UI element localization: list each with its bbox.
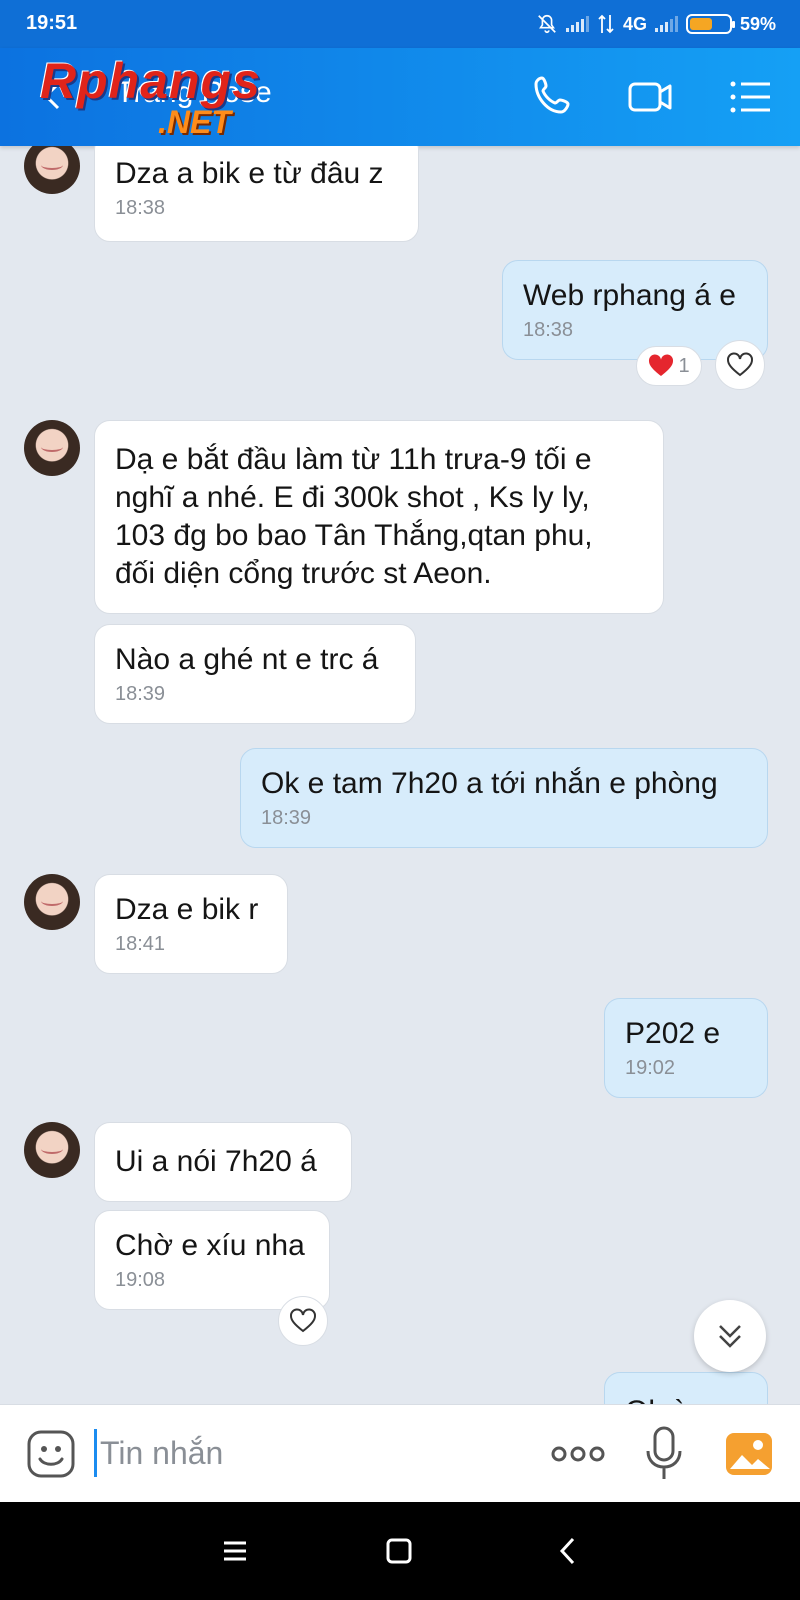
message-time: 18:38: [115, 197, 166, 219]
react-heart-button[interactable]: [278, 1296, 328, 1346]
contact-avatar[interactable]: [24, 1122, 80, 1178]
heart-reaction-badge[interactable]: 1: [636, 346, 702, 386]
message-time: 19:08: [115, 1269, 166, 1291]
message-bubble[interactable]: Chờ e xíu nha 19:08: [94, 1210, 330, 1310]
message-bubble[interactable]: Nào a ghé nt e trc á 18:39: [94, 624, 416, 724]
signal-2-icon: [654, 16, 678, 32]
battery-percent: 59%: [739, 13, 776, 34]
message-bubble[interactable]: Dza a bik e từ đâu z 18:38: [94, 146, 419, 242]
watermark-logo-bottom: .NET: [158, 104, 231, 140]
watermark-logo-top: Rphangs: [40, 53, 261, 109]
heart-outline-icon: [727, 352, 753, 377]
message-time: 18:39: [261, 807, 312, 829]
phone-icon[interactable]: [530, 72, 580, 122]
status-time: 19:51: [26, 12, 78, 34]
system-navigation-bar: [0, 1502, 800, 1600]
image-gallery-icon[interactable]: [724, 1429, 774, 1479]
double-chevron-down-icon: [719, 1325, 741, 1348]
battery-icon: [685, 14, 735, 34]
battery-level: [689, 18, 713, 30]
message-bubble[interactable]: Ok e tam 7h20 a tới nhắn e phòng 18:39: [240, 748, 768, 848]
contact-avatar[interactable]: [24, 420, 80, 476]
home-icon[interactable]: [378, 1530, 420, 1572]
status-indicators: 4G 59%: [536, 10, 776, 38]
message-text: Nào a ghé nt e trc á: [115, 643, 379, 676]
chat-header: Trang Rose Rphangs .NET: [0, 48, 800, 146]
message-bubble[interactable]: Ui a nói 7h20 á: [94, 1122, 352, 1202]
message-time: 18:38: [523, 319, 574, 341]
heart-outline-icon: [290, 1308, 316, 1333]
message-text: Chờ e xíu nha: [115, 1229, 305, 1262]
data-transfer-icon: [598, 14, 614, 34]
message-text: Ok à: [625, 1393, 747, 1404]
message-list[interactable]: Dza a bik e từ đâu z 18:38 Web rphang á …: [0, 146, 800, 1404]
signal-1-icon: [565, 16, 589, 32]
microphone-icon[interactable]: [644, 1425, 684, 1483]
react-heart-button[interactable]: [715, 340, 765, 390]
message-text: Ui a nói 7h20 á: [115, 1145, 317, 1178]
message-text: Web rphang á e: [523, 279, 736, 312]
emoji-sticker-icon[interactable]: [26, 1429, 76, 1479]
message-text: Dza a bik e từ đâu z: [115, 157, 384, 190]
message-bubble[interactable]: Dza e bik r 18:41: [94, 874, 288, 974]
red-heart-icon: [649, 354, 674, 376]
status-bar: 19:51 4G 59%: [0, 0, 800, 48]
contact-avatar[interactable]: [24, 146, 80, 194]
more-options-icon[interactable]: [550, 1439, 606, 1469]
message-text: Dạ e bắt đầu làm từ 11h trưa-9 tối e ngh…: [115, 443, 593, 590]
reaction-count: 1: [678, 354, 690, 377]
back-nav-icon[interactable]: [548, 1530, 590, 1572]
message-text: P202 e: [625, 1017, 721, 1050]
message-bubble[interactable]: Dạ e bắt đầu làm từ 11h trưa-9 tối e ngh…: [94, 420, 664, 614]
message-time: 18:39: [115, 683, 166, 705]
message-input[interactable]: [100, 1429, 520, 1477]
recent-apps-icon[interactable]: [214, 1530, 256, 1572]
message-time: 18:41: [115, 933, 166, 955]
message-text: Ok e tam 7h20 a tới nhắn e phòng: [261, 767, 718, 800]
message-text: Dza e bik r: [115, 893, 259, 926]
network-type: 4G: [622, 13, 647, 34]
text-cursor: [94, 1429, 97, 1477]
mute-bell-icon: [538, 14, 556, 34]
watermark-logo: Rphangs .NET: [40, 52, 290, 142]
message-bubble[interactable]: Ok à: [604, 1372, 768, 1404]
message-time: 19:02: [625, 1057, 676, 1079]
contact-avatar[interactable]: [24, 874, 80, 930]
video-call-icon[interactable]: [626, 72, 676, 122]
message-composer: [0, 1404, 800, 1502]
menu-list-icon[interactable]: [726, 72, 776, 122]
scroll-to-bottom-button[interactable]: [694, 1300, 766, 1372]
message-bubble[interactable]: P202 e 19:02: [604, 998, 768, 1098]
